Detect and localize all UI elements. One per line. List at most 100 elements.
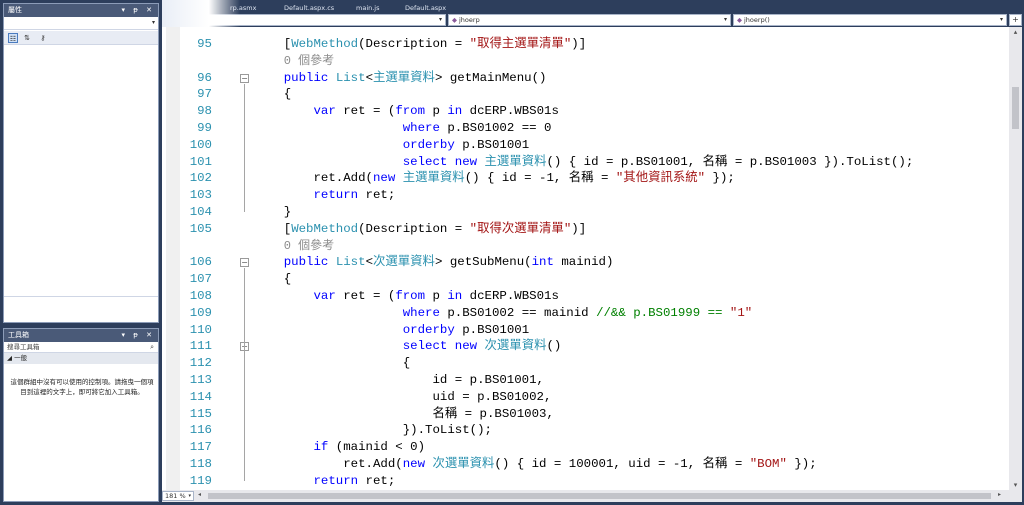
code-text-area[interactable]: [WebMethod(Description = "取得主選單清單")] 0 個…	[254, 27, 1009, 490]
tab-default-aspx-cs[interactable]: Default.aspx.cs	[284, 2, 334, 14]
line-number: 100	[189, 137, 212, 152]
code-line: select new 主選單資料() { id = p.BS01001, 名稱 …	[402, 154, 914, 169]
toolbox-panel: 工具箱 ▾ ᵽ ✕ 搜尋工具箱 ⌕ ◢ 一般 這個群組中沒有可以使用的控制項。請…	[3, 328, 159, 502]
zoom-combo[interactable]: 181 % ▾	[162, 491, 194, 501]
code-line: {	[254, 356, 411, 371]
code-line: {	[254, 87, 292, 102]
object-selector-combo[interactable]: ▾	[4, 17, 158, 30]
code-line: where p.BS01002 == mainid //&& p.BS01999…	[402, 305, 753, 320]
property-pages-icon[interactable]: ⚷	[38, 33, 48, 43]
vertical-scroll-thumb[interactable]	[1012, 87, 1019, 129]
search-icon[interactable]: ⌕	[150, 342, 154, 353]
code-line: 名稱 = p.BS01003,	[254, 406, 554, 421]
categorized-icon[interactable]: ☷	[8, 33, 18, 43]
code-line: select new 次選單資料()	[402, 339, 562, 354]
line-number: 113	[189, 373, 212, 387]
code-line: orderby p.BS01001	[402, 137, 530, 152]
code-line: where p.BS01002 == 0	[402, 121, 552, 135]
class-combo-value: jhoerp	[459, 16, 480, 24]
editor-bottom-bar: 181 % ▾ ◂ ▸	[162, 490, 1022, 502]
code-line: var ret = (from p in dcERP.WBS01s	[313, 289, 559, 303]
line-number: 115	[189, 406, 212, 421]
class-navigation-combo[interactable]: ◆ jhoerp ▾	[448, 14, 731, 26]
chevron-down-icon[interactable]: ▾	[152, 19, 155, 26]
toolbox-panel-title: 工具箱 ▾ ᵽ ✕	[4, 329, 158, 342]
properties-panel: 屬性 ▾ ᵽ ✕ ▾ ☷ ⇅ ⚷	[3, 3, 159, 323]
code-line: public List<主選單資料> getMainMenu()	[283, 70, 547, 85]
code-editor[interactable]: [WebMethod(Description = "取得主選單清單")] 0 個…	[162, 27, 1009, 490]
zoom-value: 181 %	[165, 492, 186, 500]
line-number: 103	[189, 188, 212, 203]
document-tab-strip: rp.asmx Default.aspx.cs main.js Default.…	[162, 2, 1024, 14]
line-number: 98	[197, 104, 212, 119]
toolbox-search-placeholder: 搜尋工具箱	[7, 343, 40, 351]
line-number: 112	[189, 356, 212, 371]
line-number: 102	[189, 171, 212, 186]
toolbox-pin-buttons[interactable]: ▾ ᵽ ✕	[122, 329, 156, 342]
codelens-reference-count[interactable]: 0 個參考	[254, 238, 334, 255]
line-number: 116	[189, 423, 212, 438]
tab-main-js[interactable]: main.js	[356, 2, 380, 14]
scroll-up-icon[interactable]: ▴	[1009, 27, 1022, 37]
code-line: return ret;	[313, 473, 396, 488]
fold-guide	[244, 83, 245, 212]
line-number: 99	[197, 121, 212, 135]
line-number: 108	[189, 289, 212, 303]
code-line: uid = p.BS01002,	[254, 389, 552, 404]
properties-toolbar: ☷ ⇅ ⚷	[4, 31, 158, 45]
toolbox-title-label: 工具箱	[8, 331, 29, 339]
collapse-icon[interactable]: −	[240, 258, 249, 268]
chevron-down-icon[interactable]: ▾	[188, 492, 191, 500]
line-number: 105	[189, 221, 212, 236]
chevron-down-icon[interactable]: ▾	[724, 15, 727, 25]
properties-pin-buttons[interactable]: ▾ ᵽ ✕	[122, 4, 156, 17]
vertical-scrollbar[interactable]: ▴ ▾	[1009, 27, 1022, 490]
toolbox-group-general[interactable]: ◢ 一般	[4, 353, 158, 364]
scroll-right-icon[interactable]: ▸	[998, 491, 1001, 498]
tab-default-aspx[interactable]: Default.aspx	[405, 2, 446, 14]
horizontal-scroll-thumb[interactable]	[208, 493, 991, 499]
properties-panel-title: 屬性 ▾ ᵽ ✕	[4, 4, 158, 17]
line-number: 114	[189, 389, 212, 404]
code-line: id = p.BS01001,	[254, 373, 544, 387]
code-line: public List<次選單資料> getSubMenu(int mainid…	[283, 255, 614, 270]
code-line: [WebMethod(Description = "取得主選單清單")]	[254, 37, 587, 51]
fold-guide	[244, 352, 245, 431]
code-line: }	[254, 205, 292, 219]
properties-title-label: 屬性	[8, 6, 22, 14]
code-line: orderby p.BS01001	[402, 322, 530, 337]
alphabetical-icon[interactable]: ⇅	[22, 33, 32, 43]
collapse-icon[interactable]: −	[240, 73, 249, 83]
line-number: 95	[197, 37, 212, 51]
code-line: }).ToList();	[254, 423, 492, 438]
line-number: 110	[189, 322, 212, 337]
code-line: [WebMethod(Description = "取得次選單清單")]	[254, 221, 587, 236]
split-editor-button[interactable]: +	[1009, 14, 1022, 26]
code-line: if (mainid < 0)	[313, 440, 426, 455]
member-navigation-combo[interactable]: ◆ jhoerp() ▾	[733, 14, 1007, 26]
class-icon: ◆	[452, 16, 457, 24]
line-number: 119	[189, 473, 212, 488]
line-number: 118	[189, 457, 212, 471]
code-line: return ret;	[313, 188, 396, 203]
line-number: 111	[189, 339, 212, 354]
method-icon: ◆	[737, 16, 742, 24]
line-number: 97	[197, 87, 212, 102]
line-number: 101	[189, 154, 212, 169]
scroll-down-icon[interactable]: ▾	[1009, 480, 1022, 490]
properties-description-area	[4, 296, 158, 322]
chevron-down-icon[interactable]: ▾	[439, 15, 442, 25]
scroll-left-icon[interactable]: ◂	[198, 491, 201, 498]
chevron-down-icon[interactable]: ▾	[1000, 15, 1003, 25]
toolbox-search-input[interactable]: 搜尋工具箱 ⌕	[4, 342, 158, 353]
toolbox-empty-message: 這個群組中沒有可以使用的控制項。請拖曳一個項目到這裡的文字上，即可將它加入工具箱…	[10, 378, 154, 396]
line-number: 104	[189, 205, 212, 219]
horizontal-scrollbar[interactable]: ◂ ▸	[198, 491, 1008, 500]
code-line: var ret = (from p in dcERP.WBS01s	[313, 104, 559, 119]
line-number: 96	[197, 70, 212, 85]
code-line: ret.Add(new 次選單資料() { id = 100001, uid =…	[254, 457, 817, 471]
code-line: ret.Add(new 主選單資料() { id = -1, 名稱 = "其他資…	[254, 171, 735, 186]
member-combo-value: jhoerp()	[744, 16, 770, 24]
line-number: 109	[189, 305, 212, 320]
codelens-reference-count[interactable]: 0 個參考	[254, 53, 334, 70]
